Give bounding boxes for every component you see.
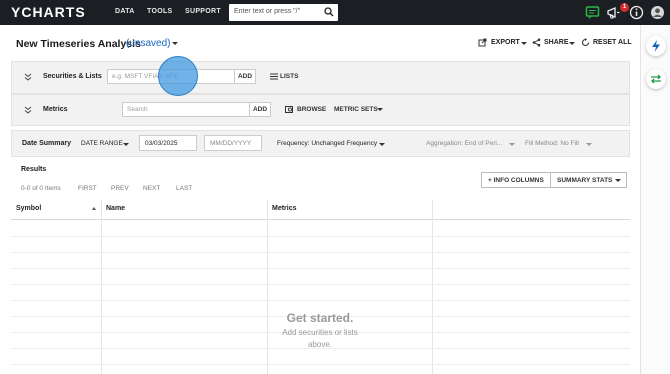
empty-state-subtitle: Add securities or lists above. [282, 328, 358, 349]
column-header-name[interactable]: Name [101, 200, 267, 220]
aggregation-dropdown[interactable]: Aggregation: End of Peri... [426, 140, 502, 147]
column-header-symbol[interactable]: Symbol [11, 200, 101, 220]
browse-icon [285, 106, 293, 113]
browse-button[interactable]: BROWSE [297, 106, 326, 113]
date-range-dropdown[interactable]: DATE RANGE [81, 140, 123, 147]
global-search-placeholder: Enter text or press "/" [234, 8, 301, 15]
bolt-icon [652, 40, 660, 52]
column-header-empty [432, 200, 630, 220]
row-divider [11, 300, 630, 301]
metric-sets-caret-icon [377, 108, 383, 111]
swap-panel-button[interactable] [646, 69, 666, 89]
search-icon [324, 7, 334, 17]
ycharts-logo[interactable]: YCHARTS [11, 4, 86, 20]
export-caret-icon [521, 42, 527, 45]
fill-method-caret-icon [586, 143, 592, 146]
quick-action-button[interactable] [646, 36, 666, 56]
summary-stats-caret-icon [615, 179, 622, 182]
lists-button[interactable]: LISTS [280, 73, 298, 80]
main-content: New Timeseries Analysis (unsaved) EXPORT… [0, 25, 640, 374]
row-divider [11, 252, 630, 253]
row-divider [11, 236, 630, 237]
summary-stats-button[interactable]: SUMMARY STATS [550, 172, 628, 188]
swap-icon [651, 74, 661, 84]
nav-support[interactable]: SUPPORT [185, 8, 221, 15]
page-title: New Timeseries Analysis [16, 38, 141, 50]
frequency-dropdown[interactable]: Frequency: Unchanged Frequency [277, 140, 377, 147]
frequency-caret-icon [379, 143, 385, 146]
securities-panel: Securities & Lists e.g. MSFT VFIAX SPY A… [11, 61, 630, 94]
reset-all-button[interactable]: RESET ALL [593, 39, 632, 46]
metrics-panel: Metrics Search ADD BROWSE METRIC SETS [11, 94, 630, 126]
securities-label: Securities & Lists [43, 73, 102, 80]
collapse-chevron-icon[interactable] [24, 73, 32, 81]
metric-sets-button[interactable]: METRIC SETS [334, 106, 378, 113]
megaphone-icon[interactable] [606, 5, 621, 20]
add-security-button[interactable]: ADD [234, 69, 256, 84]
column-header-symbol-label: Symbol [16, 205, 42, 212]
end-date-input[interactable]: MM/DD/YYYY [204, 135, 262, 151]
nav-tools[interactable]: TOOLS [147, 8, 172, 15]
pager-first[interactable]: FIRST [78, 185, 97, 192]
collapse-chevron-icon[interactable] [24, 106, 32, 114]
global-search-input[interactable]: Enter text or press "/" [229, 4, 338, 21]
empty-state-title: Get started. [286, 311, 354, 325]
export-icon [478, 38, 487, 47]
date-range-caret-icon [123, 143, 129, 146]
row-divider [11, 268, 630, 269]
export-button[interactable]: EXPORT [491, 39, 520, 46]
metrics-label: Metrics [43, 106, 68, 113]
summary-stats-label: SUMMARY STATS [557, 177, 613, 184]
fill-method-dropdown[interactable]: Fill Method: No Fill [525, 140, 579, 147]
metrics-search-placeholder: Search [127, 106, 148, 113]
pager-prev[interactable]: PREV [111, 185, 129, 192]
top-navigation-bar: YCHARTS DATA TOOLS SUPPORT Enter text or… [0, 0, 670, 25]
metrics-search-input[interactable]: Search [122, 102, 250, 117]
list-icon [270, 73, 278, 80]
info-columns-button[interactable]: + INFO COLUMNS [481, 172, 551, 188]
user-icon[interactable] [650, 5, 665, 20]
info-icon[interactable] [629, 5, 644, 20]
title-dropdown-caret-icon[interactable] [172, 42, 178, 45]
notification-badge: 1 [620, 3, 629, 12]
add-metric-button[interactable]: ADD [249, 102, 271, 117]
share-caret-icon [569, 42, 575, 45]
sort-arrow-icon[interactable] [92, 207, 96, 210]
column-header-metrics[interactable]: Metrics [267, 200, 432, 220]
date-summary-label: Date Summary [22, 140, 72, 147]
row-divider [11, 364, 630, 365]
unsaved-status[interactable]: (unsaved) [126, 38, 170, 49]
results-title: Results [21, 166, 47, 173]
nav-data[interactable]: DATA [115, 8, 135, 15]
results-count: 0-0 of 0 Items [21, 185, 61, 192]
pager-last[interactable]: LAST [176, 185, 192, 192]
start-date-input[interactable]: 03/03/2025 [139, 135, 197, 151]
share-icon [532, 38, 541, 47]
aggregation-caret-icon [509, 143, 515, 146]
pager-next[interactable]: NEXT [143, 185, 160, 192]
share-button[interactable]: SHARE [544, 39, 569, 46]
click-indicator [158, 56, 198, 96]
right-rail [640, 25, 670, 374]
date-summary-panel: Date Summary DATE RANGE 03/03/2025 MM/DD… [11, 130, 630, 157]
row-divider [11, 284, 630, 285]
reset-icon [581, 38, 590, 47]
chat-icon[interactable] [585, 5, 600, 20]
